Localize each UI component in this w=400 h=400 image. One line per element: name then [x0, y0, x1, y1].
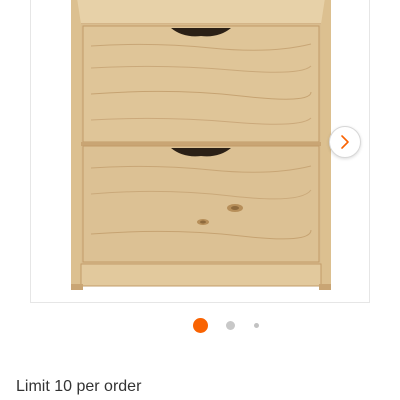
- carousel-dot-1[interactable]: [193, 318, 208, 333]
- carousel-pagination: [0, 318, 400, 334]
- carousel-next-button[interactable]: [329, 126, 361, 158]
- purchase-limit-text: Limit 10 per order: [16, 378, 142, 395]
- chevron-right-icon: [341, 135, 349, 149]
- product-image[interactable]: [71, 0, 331, 292]
- carousel-dot-3[interactable]: [254, 323, 259, 328]
- carousel-dot-2[interactable]: [226, 321, 235, 330]
